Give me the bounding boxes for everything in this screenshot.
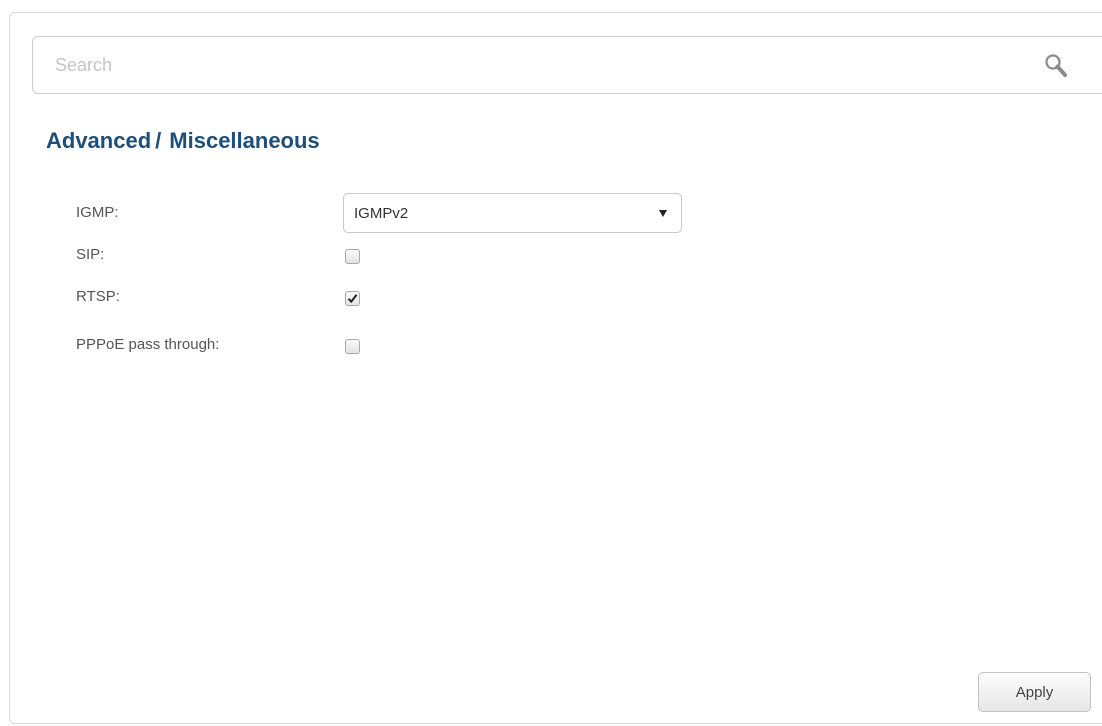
pppoe-checkbox[interactable] [345,339,360,354]
search-bar [32,36,1102,94]
breadcrumb-separator: / [155,128,162,153]
breadcrumb-section: Advanced [46,128,152,153]
rtsp-label: RTSP: [76,288,120,305]
page-title: Advanced / Miscellaneous [46,128,320,154]
search-icon[interactable] [1042,51,1072,81]
sip-label: SIP: [76,246,105,263]
apply-button[interactable]: Apply [978,672,1091,712]
rtsp-checkbox[interactable] [345,291,360,306]
search-input[interactable] [55,37,1015,93]
breadcrumb-page: Miscellaneous [169,128,320,153]
igmp-select[interactable]: IGMPv2 [343,193,682,233]
igmp-select-value: IGMPv2 [354,205,409,222]
chevron-down-icon [659,210,667,217]
igmp-label: IGMP: [76,204,119,221]
sip-checkbox[interactable] [345,249,360,264]
pppoe-label: PPPoE pass through: [76,336,220,353]
content-panel [9,12,1102,724]
